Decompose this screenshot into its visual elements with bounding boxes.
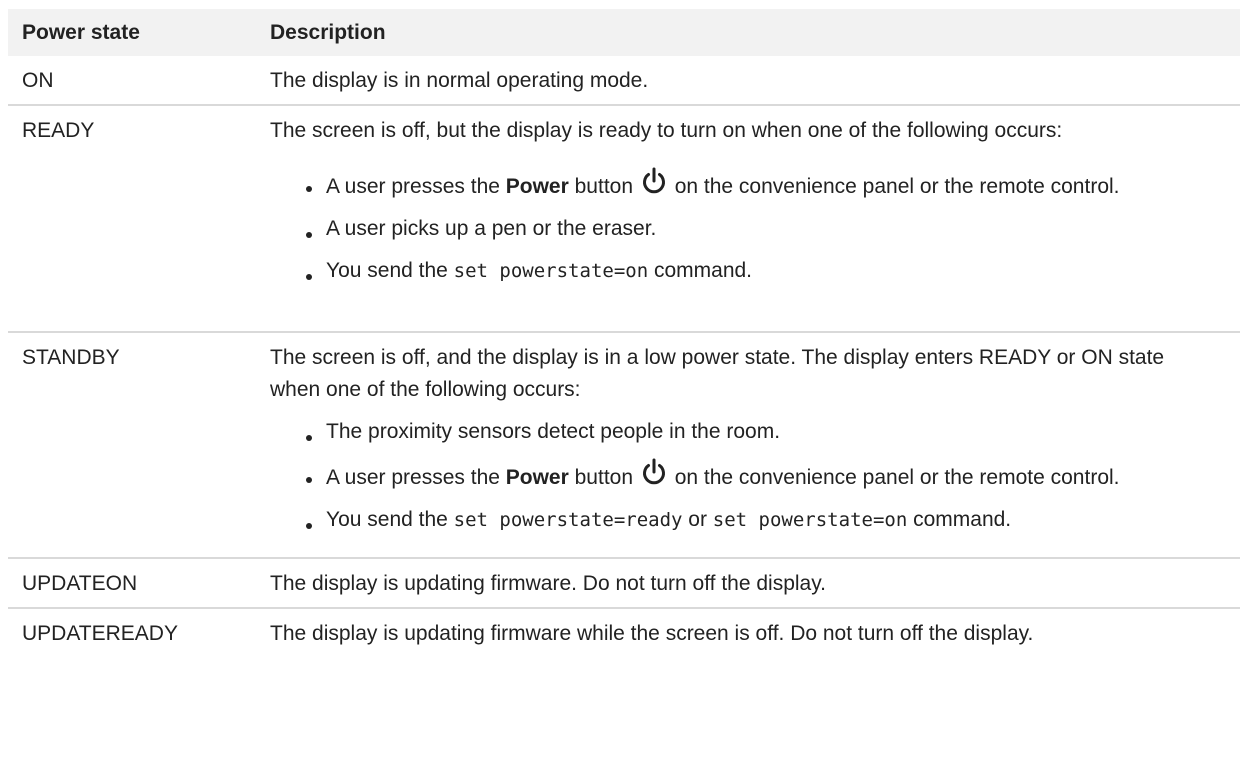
- description-cell: The display is in normal operating mode.: [270, 69, 649, 92]
- state-cell: UPDATEON: [22, 572, 138, 595]
- bullet-list: A user presses the Power button on the c…: [270, 167, 1220, 287]
- bullet-icon: [306, 232, 312, 238]
- description-cell: The display is updating firmware while t…: [270, 622, 1034, 645]
- description-cell: The screen is off, but the display is re…: [270, 115, 1220, 287]
- description-cell: The display is updating firmware. Do not…: [270, 572, 827, 595]
- table-row: UPDATEREADY The display is updating firm…: [8, 609, 1240, 657]
- state-cell: UPDATEREADY: [22, 622, 178, 645]
- header-power-state: Power state: [22, 21, 140, 44]
- command-code: set powerstate=on: [453, 260, 649, 282]
- bullet-icon: [306, 523, 312, 529]
- power-icon: [642, 458, 665, 485]
- table-header-row: Power state Description: [8, 9, 1240, 56]
- list-item: A user picks up a pen or the eraser.: [270, 213, 1220, 245]
- list-item: The proximity sensors detect people in t…: [270, 416, 1220, 448]
- state-cell: ON: [22, 69, 54, 92]
- table-row: STANDBY The screen is off, and the displ…: [8, 333, 1240, 559]
- state-cell: STANDBY: [22, 346, 120, 369]
- description-cell: The screen is off, and the display is in…: [270, 342, 1220, 536]
- power-icon: [642, 167, 665, 194]
- bullet-icon: [306, 435, 312, 441]
- power-label: Power: [505, 175, 569, 198]
- command-code: set powerstate=on: [712, 509, 908, 531]
- power-label: Power: [505, 466, 569, 489]
- command-code: set powerstate=ready: [453, 509, 683, 531]
- header-description: Description: [270, 21, 386, 44]
- list-item: A user presses the Power button on the c…: [270, 167, 1220, 203]
- bullet-list: The proximity sensors detect people in t…: [270, 416, 1220, 536]
- table-row: UPDATEON The display is updating firmwar…: [8, 559, 1240, 609]
- bullet-icon: [306, 274, 312, 280]
- list-item: A user presses the Power button on the c…: [270, 458, 1220, 494]
- table-row: READY The screen is off, but the display…: [8, 106, 1240, 333]
- description-intro: The screen is off, but the display is re…: [270, 119, 1063, 142]
- description-intro: The screen is off, and the display is in…: [270, 346, 1165, 401]
- state-cell: READY: [22, 119, 95, 142]
- list-item: You send the set powerstate=ready or set…: [270, 504, 1220, 536]
- power-state-table: Power state Description ON The display i…: [8, 9, 1240, 657]
- bullet-icon: [306, 477, 312, 483]
- bullet-icon: [306, 186, 312, 192]
- list-item: You send the set powerstate=on command.: [270, 255, 1220, 287]
- table-row: ON The display is in normal operating mo…: [8, 56, 1240, 106]
